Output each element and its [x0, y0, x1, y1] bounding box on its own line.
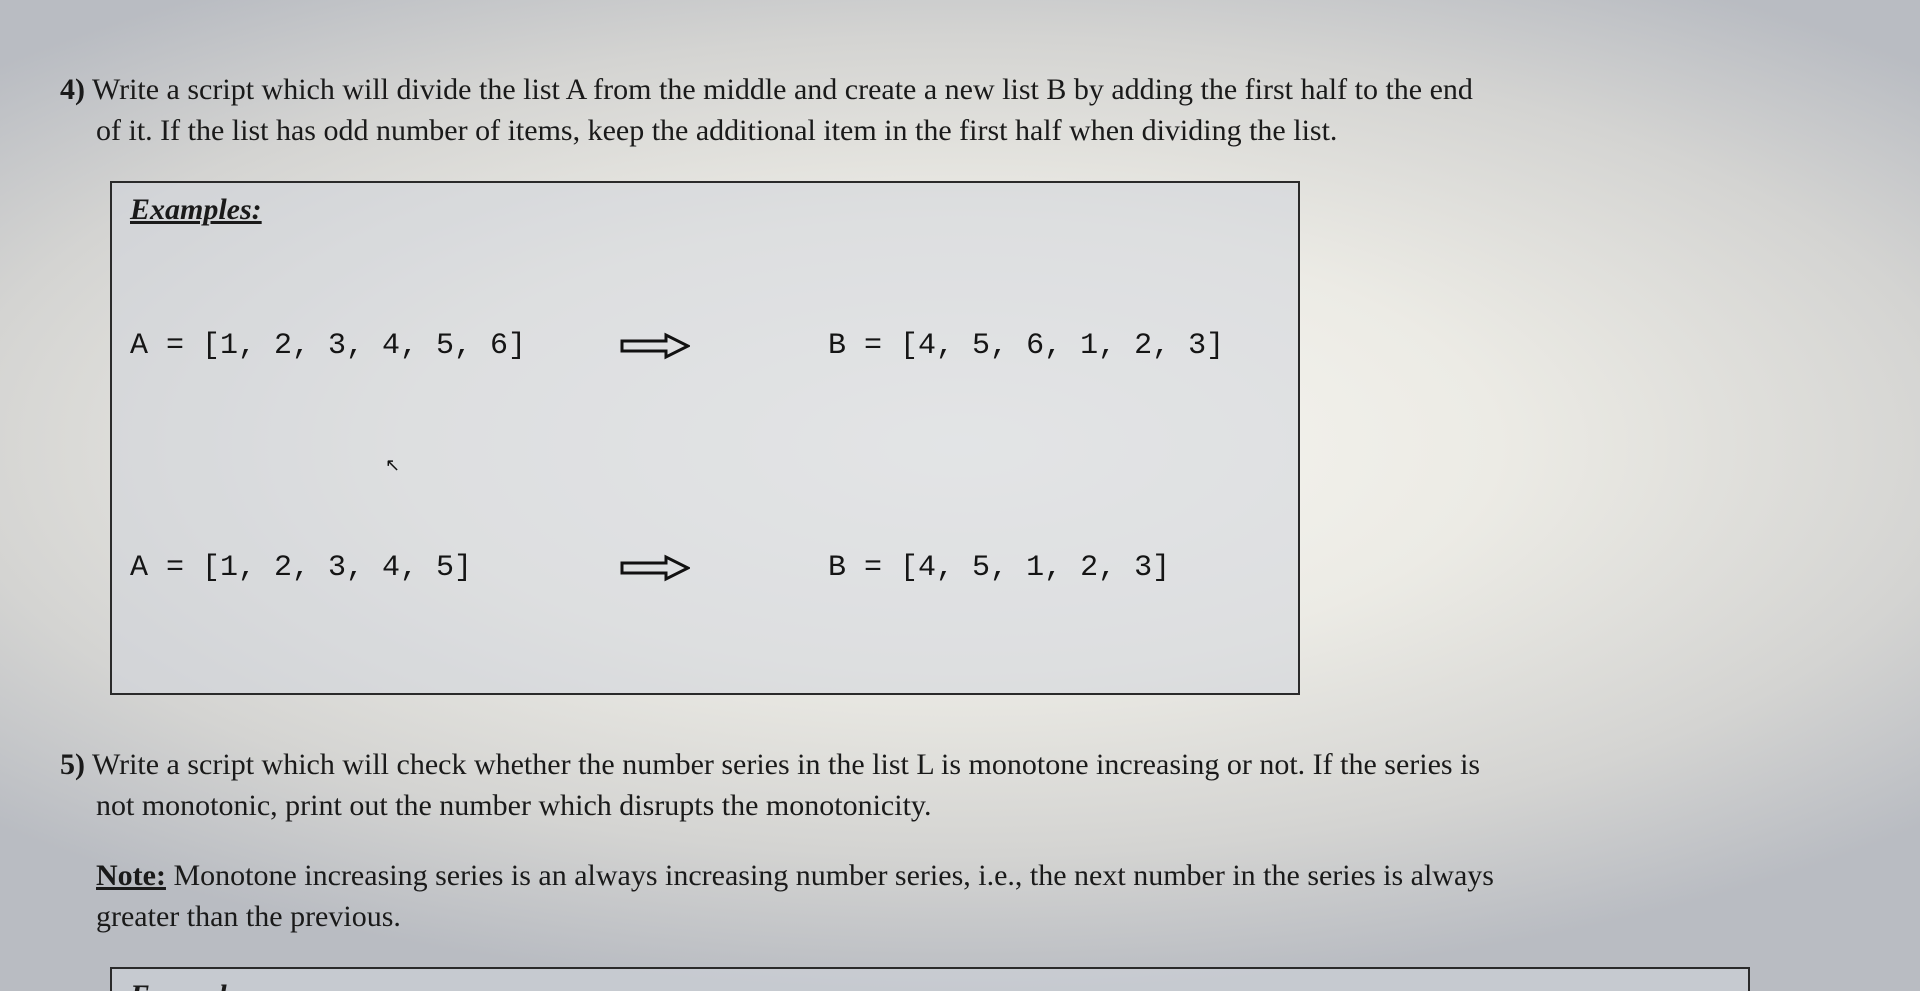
question-4-text: 4) Write a script which will divide the … [60, 70, 1860, 151]
note-text-line2: greater than the previous. [96, 897, 1860, 938]
example-input: A = [1, 2, 3, 4, 5, 6] [130, 322, 610, 370]
note-text-line1: Monotone increasing series is an always … [166, 859, 1494, 892]
question-4-line1: Write a script which will divide the lis… [92, 73, 1473, 106]
question-5-examples-box: Examples: L = [2, 6, 8, 11, 14, 17] The … [110, 967, 1750, 991]
question-5-text: 5) Write a script which will check wheth… [60, 745, 1860, 826]
arrow-icon [620, 235, 800, 457]
examples-label: Examples: [130, 193, 1280, 227]
question-5-line2: not monotonic, print out the number whic… [96, 786, 1860, 827]
example-output: B = [4, 5, 1, 2, 3] [828, 544, 1280, 592]
example-row: A = [1, 2, 3, 4, 5, 6] B = [4, 5, 6, 1, … [130, 235, 1280, 457]
question-4-line2: of it. If the list has odd number of ite… [96, 111, 1860, 152]
question-5-line1: Write a script which will check whether … [92, 748, 1480, 781]
question-5-note: Note: Monotone increasing series is an a… [96, 856, 1860, 937]
example-input: A = [1, 2, 3, 4, 5] [130, 544, 610, 592]
question-5-number: 5) [60, 748, 85, 781]
question-5: 5) Write a script which will check wheth… [60, 745, 1860, 991]
example-row: A = [1, 2, 3, 4, 5] ↖ B = [4, 5, 1, 2, 3… [130, 457, 1280, 679]
question-4-number: 4) [60, 73, 85, 106]
note-label: Note: [96, 859, 166, 892]
document-page: 4) Write a script which will divide the … [0, 0, 1920, 991]
examples-label: Examples: [130, 979, 1730, 991]
example-output: B = [4, 5, 6, 1, 2, 3] [828, 322, 1280, 370]
arrow-icon [620, 457, 800, 679]
question-4-examples-box: Examples: A = [1, 2, 3, 4, 5, 6] B = [4,… [110, 181, 1300, 695]
question-4: 4) Write a script which will divide the … [60, 70, 1860, 695]
